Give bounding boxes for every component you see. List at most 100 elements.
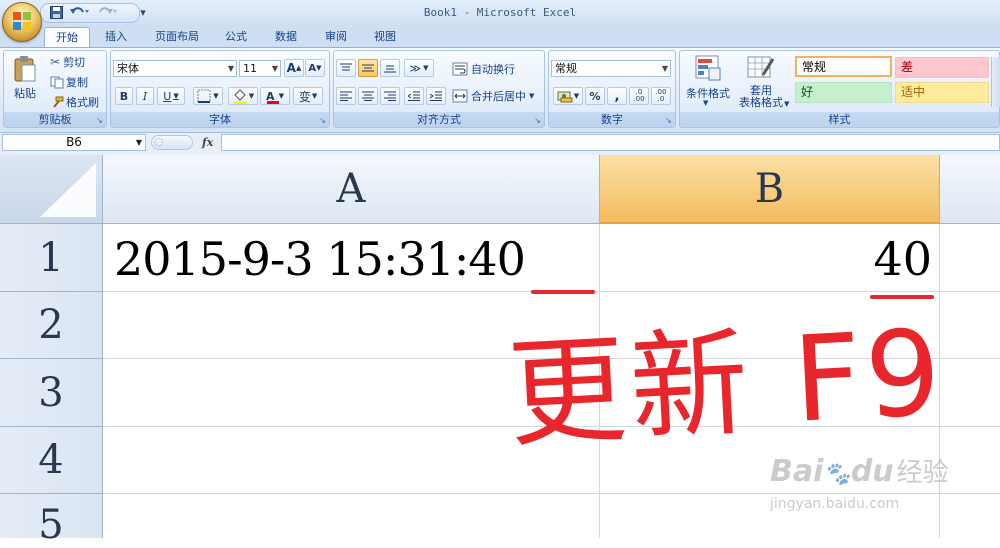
decrease-indent-button[interactable] [404, 87, 424, 105]
cell-c2[interactable] [940, 292, 1000, 359]
row-header-3[interactable]: 3 [0, 359, 103, 427]
number-launcher-icon[interactable]: ↘ [664, 116, 673, 125]
column-header-c[interactable] [940, 155, 1000, 224]
merge-center-icon [452, 89, 468, 102]
row-header-4[interactable]: 4 [0, 427, 103, 494]
percent-button[interactable]: % [585, 87, 605, 105]
red-underline-b1 [870, 295, 934, 299]
number-group-label: 数字 [549, 112, 675, 127]
cut-button[interactable]: ✂ 剪切 [50, 54, 85, 70]
increase-indent-button[interactable] [426, 87, 446, 105]
undo-icon[interactable] [68, 4, 90, 20]
align-center-button[interactable] [358, 87, 378, 105]
redo-icon[interactable] [96, 4, 118, 20]
style-cell-good[interactable]: 好 [795, 82, 892, 103]
name-box-value: B6 [66, 135, 82, 149]
merge-center-label: 合并后居中 [471, 89, 526, 103]
font-color-button[interactable]: A ▼ [260, 87, 290, 105]
styles-scroll[interactable] [991, 57, 1000, 107]
cell-c4[interactable] [940, 427, 1000, 494]
align-top-button[interactable] [336, 59, 356, 77]
align-left-button[interactable] [336, 87, 356, 105]
triangle-down-icon: ▼ [316, 64, 322, 72]
conditional-format-button[interactable]: 条件格式 ▼ [683, 53, 733, 111]
tab-view[interactable]: 视图 [365, 27, 405, 47]
baidu-logo-part2: du [850, 454, 894, 489]
align-middle-button[interactable] [358, 59, 378, 77]
orientation-button[interactable]: ≫ ▼ [404, 59, 434, 77]
name-box[interactable]: B6 ▼ [2, 134, 146, 151]
accounting-format-button[interactable]: ▼ [553, 87, 583, 105]
format-painter-button[interactable]: 格式刷 [50, 94, 99, 110]
formula-cancel-enter-area[interactable]: ◌ [151, 135, 193, 150]
window-title: Book1 - Microsoft Excel [423, 6, 577, 19]
row-header-2[interactable]: 2 [0, 292, 103, 359]
annotation-update-f9: 更新 F9 [504, 303, 948, 464]
tab-home[interactable]: 开始 [44, 27, 90, 48]
cell-c5[interactable] [940, 494, 1000, 538]
office-button[interactable] [2, 2, 42, 42]
wrap-text-button[interactable]: 自动换行 [452, 60, 515, 77]
cell-b1-value: 40 [873, 232, 932, 286]
number-format-select[interactable]: 常规 ▼ [551, 60, 671, 77]
chevron-down-icon: ▼ [271, 64, 278, 73]
tab-formulas[interactable]: 公式 [216, 27, 256, 47]
save-icon[interactable] [48, 4, 64, 20]
formula-input[interactable] [221, 134, 1000, 151]
cell-c1[interactable] [940, 224, 1000, 292]
copy-label: 复制 [66, 76, 88, 89]
align-center-icon [362, 91, 374, 101]
style-cell-neutral[interactable]: 适中 [895, 82, 989, 103]
cell-c3[interactable] [940, 359, 1000, 427]
comma-button[interactable]: , [607, 87, 627, 105]
cell-a5[interactable] [103, 494, 600, 538]
insert-function-button[interactable]: fx [202, 134, 218, 151]
bold-button[interactable]: B [115, 87, 133, 105]
tab-insert[interactable]: 插入 [96, 27, 136, 47]
office-logo-icon [13, 12, 31, 30]
column-header-a[interactable]: A [103, 155, 600, 224]
font-launcher-icon[interactable]: ↘ [318, 116, 327, 125]
paste-label: 粘贴 [14, 87, 36, 100]
select-all-corner[interactable] [0, 155, 103, 224]
clipboard-launcher-icon[interactable]: ↘ [95, 116, 104, 125]
align-top-icon [340, 63, 352, 71]
align-right-button[interactable] [380, 87, 400, 105]
copy-button[interactable]: 复制 [50, 74, 88, 90]
font-name-select[interactable]: 宋体 ▼ [113, 60, 237, 77]
fill-color-button[interactable]: ▼ [228, 87, 258, 105]
align-left-icon [340, 91, 352, 101]
chevron-down-icon: ▼ [278, 92, 284, 100]
row-header-1[interactable]: 1 [0, 224, 103, 292]
shrink-font-button[interactable]: A ▼ [305, 59, 325, 77]
tab-page-layout[interactable]: 页面布局 [146, 27, 208, 47]
tab-review[interactable]: 审阅 [316, 27, 356, 47]
style-cell-normal[interactable]: 常规 [795, 56, 892, 77]
font-size-select[interactable]: 11 ▼ [239, 60, 281, 77]
font-name-value: 宋体 [117, 62, 139, 75]
align-bottom-button[interactable] [380, 59, 400, 77]
decrease-decimal-button[interactable]: .00 .0 [651, 87, 671, 105]
borders-button[interactable]: ▼ [193, 87, 223, 105]
tab-data[interactable]: 数据 [266, 27, 306, 47]
row-header-5[interactable]: 5 [0, 494, 103, 548]
chevron-down-icon: ▼ [423, 64, 429, 72]
increase-decimal-button[interactable]: .0 .00 [629, 87, 649, 105]
grow-font-button[interactable]: A ▲ [284, 59, 304, 77]
phonetic-button[interactable]: 变 ▼ [293, 87, 323, 105]
italic-button[interactable]: I [136, 87, 154, 105]
style-cell-bad[interactable]: 差 [895, 57, 989, 78]
chevron-down-icon: ▼ [248, 92, 255, 100]
increase-indent-icon [430, 91, 442, 101]
column-header-b[interactable]: B [600, 155, 940, 224]
paste-button[interactable]: 粘贴 [8, 53, 42, 105]
font-color-swatch [267, 101, 279, 104]
merge-center-button[interactable]: 合并后居中 ▼ [452, 87, 534, 104]
conditional-format-icon [695, 55, 721, 81]
customize-qat-button[interactable]: ▾ [138, 4, 148, 20]
alignment-launcher-icon[interactable]: ↘ [533, 116, 542, 125]
format-as-table-button[interactable]: 套用 表格格式 ▼ [733, 53, 789, 111]
alignment-group-label: 对齐方式 [334, 112, 544, 127]
underline-button[interactable]: U ▼ [157, 87, 185, 105]
chevron-down-icon: ▼ [135, 138, 142, 147]
